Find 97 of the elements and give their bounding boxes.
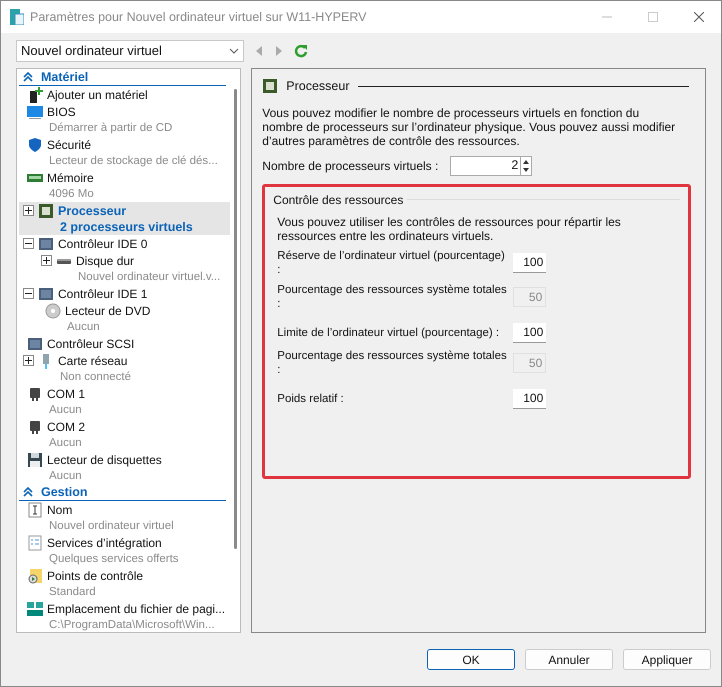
item-label: Processeur — [58, 203, 128, 219]
tree-item[interactable]: Nom Nouvel ordinateur virtuel — [19, 501, 230, 534]
processor-count-spinner[interactable]: 2 — [450, 156, 532, 176]
item-detail: Non connecté — [59, 370, 131, 385]
dialog-button[interactable]: Appliquer — [623, 649, 711, 670]
window-title: Paramètres pour Nouvel ordinateur virtuel sur W11-HYPERV — [30, 8, 368, 26]
item-label: COM 1 — [47, 386, 86, 402]
item-detail: Lecteur de stockage de clé dés... — [48, 154, 218, 169]
tree-item[interactable]: Emplacement du fichier de pagi... C:\ProgramData\Microsoft\Win... — [19, 600, 230, 632]
item-detail: Aucun — [48, 436, 83, 451]
section-header[interactable]: Gestion — [19, 484, 226, 501]
number-field[interactable]: 100 — [513, 388, 546, 409]
chip-icon — [38, 203, 54, 219]
item-label: Services d’intégration — [47, 535, 163, 551]
tree-item[interactable]: Lecteur de disquettes Aucun — [19, 451, 230, 484]
tree-item[interactable]: Processeur 2 processeurs virtuels — [19, 202, 230, 235]
item-label: Lecteur de disquettes — [47, 452, 162, 468]
item-label: Emplacement du fichier de pagi... — [47, 601, 226, 617]
item-label: Contrôleur IDE 0 — [58, 236, 148, 252]
double-chevron-up-icon[interactable] — [23, 487, 33, 497]
item-detail: Aucun — [48, 403, 83, 418]
checkpoint-icon — [27, 568, 43, 584]
item-detail: 2 processeurs virtuels — [59, 219, 193, 235]
tree-item[interactable]: COM 1 Aucun — [19, 385, 230, 418]
disc-icon — [45, 303, 61, 319]
expand-icon[interactable] — [23, 205, 34, 216]
item-label: Lecteur de DVD — [65, 303, 150, 319]
item-label: Nom — [47, 502, 74, 518]
item-label: Carte réseau — [58, 353, 128, 369]
field-label: Réserve de l’ordinateur virtuel (pourcentage) : — [277, 248, 506, 277]
close-icon[interactable] — [694, 12, 704, 22]
item-label: Ajouter un matériel — [47, 87, 148, 103]
item-detail: Nouvel ordinateur virtuel — [48, 519, 174, 534]
item-detail: Standard — [48, 585, 97, 600]
controller-icon — [27, 336, 43, 352]
group-title: Contrôle des ressources — [273, 192, 404, 209]
item-label: Mémoire — [47, 170, 94, 186]
section-header[interactable]: Matériel — [19, 69, 226, 86]
description: Vous pouvez modifier le nombre de processeurs virtuels en fonction du nombre de processeurs sur l’ordinateur physique. Vous pouvez aussi modifier d’autres paramètres de contrôle des ressources. — [262, 106, 676, 148]
tree-item[interactable]: Services d’intégration Quelques services offerts — [19, 534, 230, 567]
tree-item[interactable]: COM 2 Aucun — [19, 418, 230, 451]
item-label: Disque dur — [76, 253, 136, 269]
tree-item[interactable]: Points de contrôle Standard — [19, 567, 230, 600]
refresh-icon[interactable] — [294, 44, 308, 58]
item-label: Contrôleur IDE 1 — [58, 286, 148, 302]
add-hardware-icon — [27, 87, 43, 103]
tree-item[interactable]: Ajouter un matériel — [19, 86, 230, 103]
item-detail: Aucun — [48, 469, 83, 484]
chip-icon — [262, 78, 278, 94]
item-detail: C:\ProgramData\Microsoft\Win... — [48, 618, 216, 632]
controller-icon — [38, 236, 54, 252]
double-chevron-up-icon[interactable] — [23, 72, 33, 82]
checklist-icon — [27, 535, 43, 551]
item-label: BIOS — [47, 104, 77, 120]
item-detail: Aucun — [66, 320, 101, 335]
item-label: Contrôleur SCSI — [47, 336, 134, 352]
expand-icon[interactable] — [23, 355, 34, 366]
tree-item[interactable]: Disque dur Nouvel ordinateur virtuel.v... — [19, 252, 230, 285]
field-label: Limite de l’ordinateur virtuel (pourcentage) : — [277, 326, 500, 340]
group-description: Vous pouvez utiliser les contrôles de ressources pour répartir les ressources entre les ordinateurs virtuels. — [276, 214, 622, 243]
expand-icon[interactable] — [41, 255, 52, 266]
number-field[interactable]: 100 — [513, 322, 546, 343]
chevron-down-icon[interactable] — [229, 48, 239, 54]
tree-item[interactable]: Mémoire 4096 Mo — [19, 169, 230, 202]
tree-item[interactable]: Contrôleur IDE 0 — [19, 235, 230, 252]
item-label: Sécurité — [47, 137, 92, 153]
monitor-icon — [27, 104, 43, 120]
collapse-icon[interactable] — [23, 238, 34, 249]
shield-icon — [27, 137, 43, 153]
dialog-button[interactable]: Annuler — [525, 649, 613, 670]
text-cursor-icon — [27, 502, 43, 518]
item-detail: Démarrer à partir de CD — [48, 121, 172, 136]
tree-item[interactable]: Contrôleur SCSI — [19, 335, 230, 352]
settings-window-icon — [10, 9, 24, 25]
tree-item[interactable]: Lecteur de DVD Aucun — [19, 302, 230, 335]
serial-port-icon — [27, 419, 43, 435]
item-detail: 4096 Mo — [48, 187, 94, 202]
collapse-icon[interactable] — [23, 288, 34, 299]
field-label: Nombre de processeurs virtuels : — [262, 158, 438, 175]
item-detail: Quelques services offerts — [48, 552, 179, 567]
controller-icon — [38, 286, 54, 302]
paging-file-icon — [27, 601, 43, 617]
tree-item[interactable]: BIOS Démarrer à partir de CD — [19, 103, 230, 136]
tree-item[interactable]: Sécurité Lecteur de stockage de clé dés... — [19, 136, 230, 169]
field-label: Poids relatif : — [277, 392, 345, 406]
item-label: Points de contrôle — [47, 568, 144, 584]
vm-dropdown[interactable]: Nouvel ordinateur virtuel — [16, 40, 244, 62]
section-title: Processeur — [286, 78, 350, 95]
serial-port-icon — [27, 386, 43, 402]
number-field[interactable]: 100 — [513, 252, 546, 273]
tree-item[interactable]: Contrôleur IDE 1 — [19, 285, 230, 302]
item-label: COM 2 — [47, 419, 86, 435]
dialog-button[interactable]: OK — [427, 649, 515, 670]
item-detail: Nouvel ordinateur virtuel.v... — [77, 270, 220, 285]
field-label: Pourcentage des ressources système totales : — [277, 282, 508, 311]
field-label: Pourcentage des ressources système totales : — [277, 348, 508, 377]
tree-item[interactable]: Carte réseau Non connecté — [19, 352, 230, 385]
